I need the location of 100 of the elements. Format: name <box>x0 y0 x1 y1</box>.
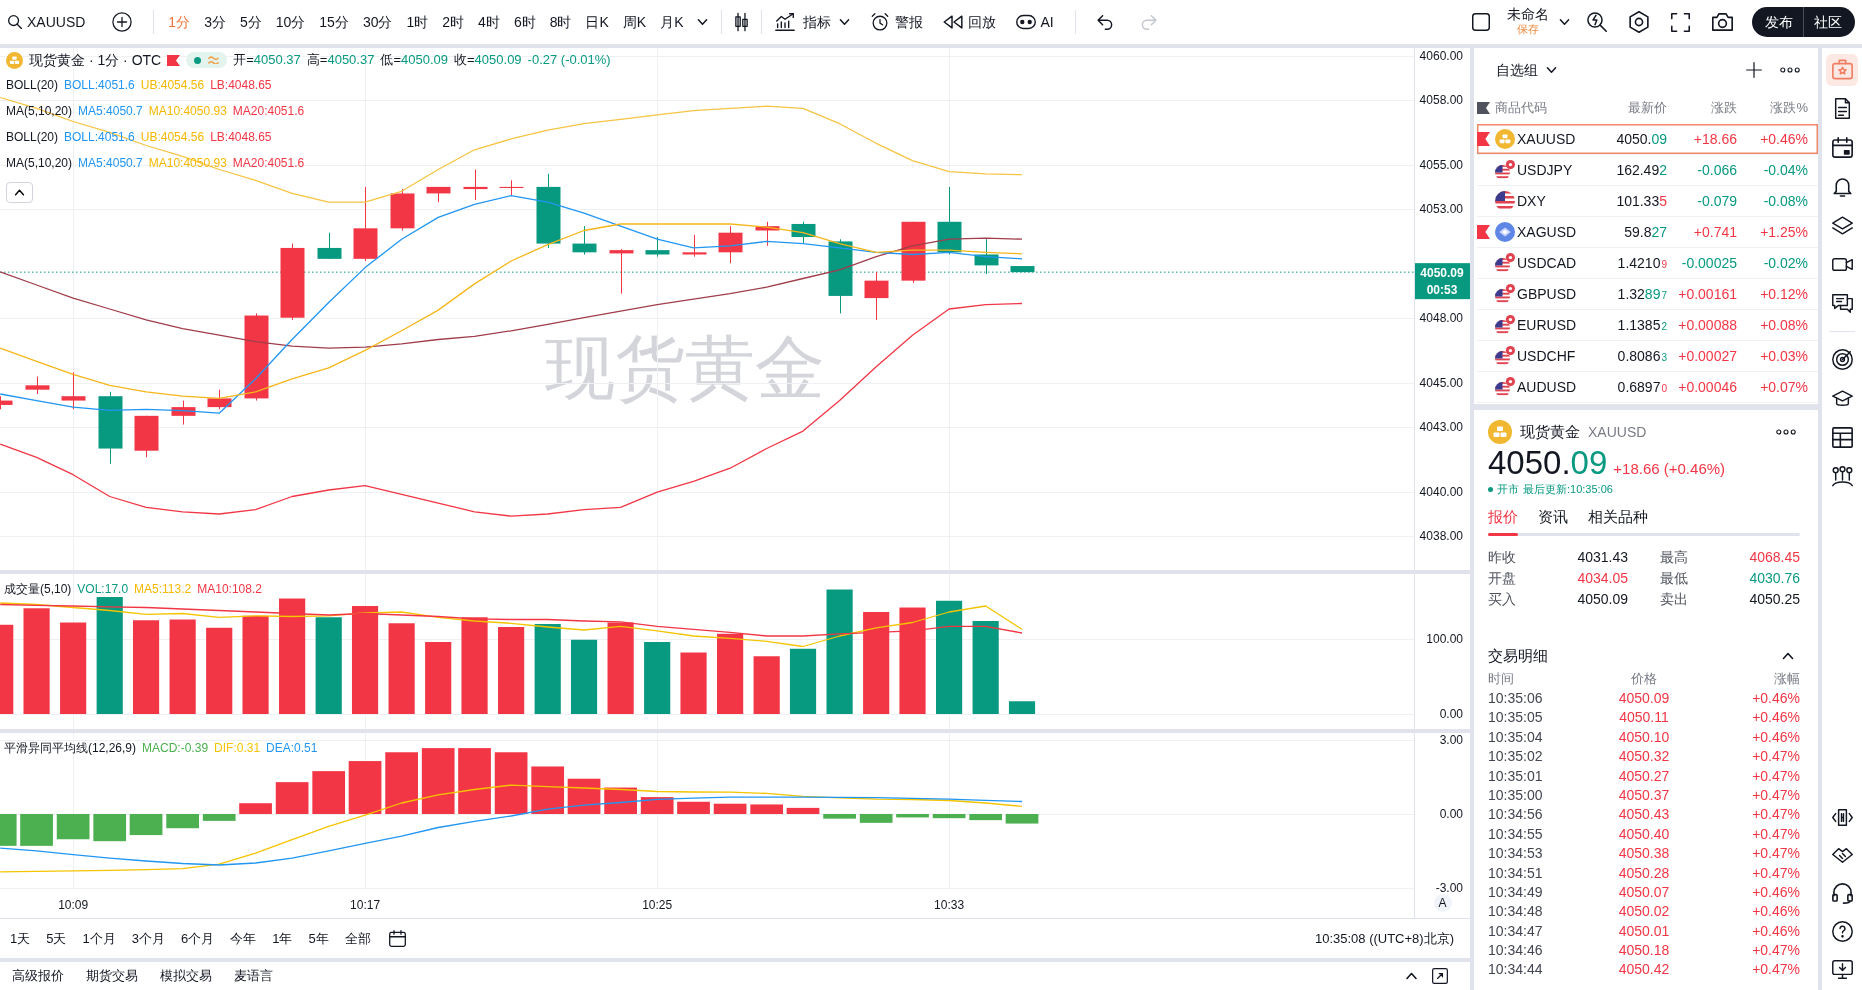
headset-icon[interactable] <box>1831 882 1853 904</box>
trade-time: 10:34:48 <box>1488 902 1544 922</box>
caret-icon[interactable] <box>696 18 708 26</box>
interval-tab[interactable]: 4时 <box>471 8 507 36</box>
range-button[interactable]: 6个月 <box>174 925 221 952</box>
percent-text: +0.46% <box>1759 129 1808 149</box>
interval-tab[interactable]: 日K <box>578 8 616 36</box>
fullscreen-icon[interactable] <box>1671 12 1690 32</box>
interval-tab[interactable]: 3分 <box>197 8 233 36</box>
watchlist-row[interactable]: DXY 101.335 -0.079 -0.08% <box>1477 186 1818 217</box>
collapse-legend-button[interactable] <box>6 182 33 203</box>
quote-tab[interactable]: 资讯 <box>1538 505 1568 529</box>
graduation-cap-icon[interactable] <box>1831 388 1853 409</box>
watchlist-row[interactable]: XAUUSD 4050.09 +18.66 +0.46% <box>1477 124 1818 155</box>
layout-name-button[interactable]: 未命名 保存 <box>1501 5 1555 39</box>
watchlist-row[interactable]: GBPUSD 1.32897 +0.00161 +0.12% <box>1477 279 1818 310</box>
watchlist-row[interactable]: XAGUSD 59.827 +0.741 +1.25% <box>1477 217 1818 248</box>
maximize-icon[interactable] <box>1432 968 1448 984</box>
add-icon[interactable] <box>1746 62 1762 78</box>
trade-time: 10:34:53 <box>1488 844 1544 864</box>
calendar-icon[interactable] <box>1831 137 1853 158</box>
bottom-tab[interactable]: 高级报价 <box>6 963 70 989</box>
interval-tab[interactable]: 5分 <box>232 8 269 36</box>
range-button[interactable]: 1年 <box>266 925 299 952</box>
replay-button[interactable]: 回放 <box>936 8 1002 36</box>
bottom-tab[interactable]: 麦语言 <box>228 963 279 989</box>
undo-icon[interactable] <box>1096 14 1114 30</box>
add-symbol-icon[interactable] <box>112 12 133 32</box>
last-price: 4050.09 <box>1488 445 1608 481</box>
indicator-name: MA(5,10,20) <box>6 155 73 172</box>
indicator-value: MA5:113.2 <box>134 581 192 598</box>
target-icon[interactable] <box>1831 349 1853 370</box>
watchlist-row[interactable]: AUDUSD 0.68970 +0.00046 +0.07% <box>1477 372 1818 403</box>
range-button[interactable]: 1个月 <box>76 925 122 952</box>
instrument-symbol: XAUUSD <box>1588 422 1647 442</box>
change-text: +18.66 <box>1692 129 1737 149</box>
symbol-title: 现货黄金 · 1分 · OTC <box>29 50 162 70</box>
quote-tab[interactable]: 相关品种 <box>1588 505 1648 529</box>
interval-tab[interactable]: 10分 <box>268 8 313 36</box>
bottom-tab[interactable]: 期货交易 <box>80 963 144 989</box>
quote-tab[interactable]: 报价 <box>1488 505 1518 529</box>
symbol-search[interactable]: XAUUSD <box>2 8 92 36</box>
interval-tab[interactable]: 8时 <box>542 8 579 36</box>
caret-icon <box>838 18 850 26</box>
chat-icon[interactable] <box>1831 293 1853 314</box>
sidebar-tool[interactable] <box>1826 53 1858 86</box>
trade-change: +0.47% <box>1751 863 1800 883</box>
more-icon[interactable] <box>1780 67 1800 73</box>
interval-tab[interactable]: 30分 <box>355 8 400 36</box>
nodes-icon[interactable] <box>1831 466 1853 487</box>
change-text: +0.00088 <box>1677 315 1737 335</box>
camera-icon[interactable] <box>1712 13 1733 31</box>
help-icon[interactable] <box>1831 920 1853 942</box>
market-status-pill[interactable] <box>186 52 228 68</box>
interval-tab[interactable]: 周K <box>615 8 654 36</box>
code-brackets-icon[interactable] <box>1831 806 1853 828</box>
publish-button[interactable]: 发布 <box>1755 9 1803 35</box>
candlestick-icon[interactable] <box>734 12 748 32</box>
candlestick <box>572 225 597 255</box>
interval-tab[interactable]: 2时 <box>435 8 472 36</box>
layers-icon[interactable] <box>1831 215 1853 236</box>
range-button[interactable]: 3个月 <box>125 925 171 952</box>
community-button[interactable]: 社区 <box>1804 9 1852 35</box>
stat-label: 昨收 <box>1488 548 1517 567</box>
indicators-button[interactable]: 指标 <box>768 8 856 36</box>
interval-tab[interactable]: 15分 <box>312 8 356 36</box>
candlestick <box>609 248 634 295</box>
trade-change: +0.47% <box>1751 805 1800 825</box>
range-button[interactable]: 全部 <box>338 925 377 952</box>
trade-price: 4050.37 <box>1617 785 1671 805</box>
more-icon[interactable] <box>1776 429 1796 435</box>
watchlist-row[interactable]: USDJPY 162.492 -0.066 -0.04% <box>1477 155 1818 186</box>
range-button[interactable]: 1天 <box>4 925 37 952</box>
auto-scale-button[interactable]: A <box>1433 894 1452 912</box>
chevron-up-icon[interactable] <box>1405 972 1418 980</box>
interval-tab[interactable]: 1时 <box>399 8 436 36</box>
candlestick <box>791 221 816 245</box>
bottom-tab[interactable]: 模拟交易 <box>154 963 218 989</box>
bell-icon[interactable] <box>1831 176 1853 197</box>
range-button[interactable]: 5年 <box>302 925 335 952</box>
calendar-icon[interactable] <box>388 930 406 947</box>
range-button[interactable]: 5天 <box>40 925 73 952</box>
range-button[interactable]: 今年 <box>224 925 263 952</box>
interval-tab[interactable]: 6时 <box>506 8 543 36</box>
ai-button[interactable]: AI <box>1009 8 1060 36</box>
caret-icon <box>1546 66 1557 74</box>
alert-button[interactable]: 警报 <box>863 8 929 36</box>
caret-icon[interactable] <box>1559 18 1570 26</box>
watchlist-row[interactable]: USDCHF 0.80863 +0.00027 +0.03% <box>1477 341 1818 372</box>
interval-tab[interactable]: 月K <box>653 8 691 36</box>
settings-icon[interactable] <box>1629 11 1649 33</box>
ohlc-field: 低=4050.09 <box>380 50 448 70</box>
square-icon[interactable] <box>1472 13 1490 31</box>
table-icon[interactable] <box>1831 427 1853 448</box>
monitor-download-icon[interactable] <box>1831 958 1853 980</box>
chevron-up-icon[interactable] <box>1782 652 1794 660</box>
quick-search-icon[interactable] <box>1587 12 1607 32</box>
watchlist-group-dropdown[interactable]: 自选组 <box>1496 59 1557 81</box>
watchlist-row[interactable]: EURUSD 1.13852 +0.00088 +0.08% <box>1477 310 1818 341</box>
watchlist-row[interactable]: USDCAD 1.42109 -0.00025 -0.02% <box>1477 248 1818 279</box>
